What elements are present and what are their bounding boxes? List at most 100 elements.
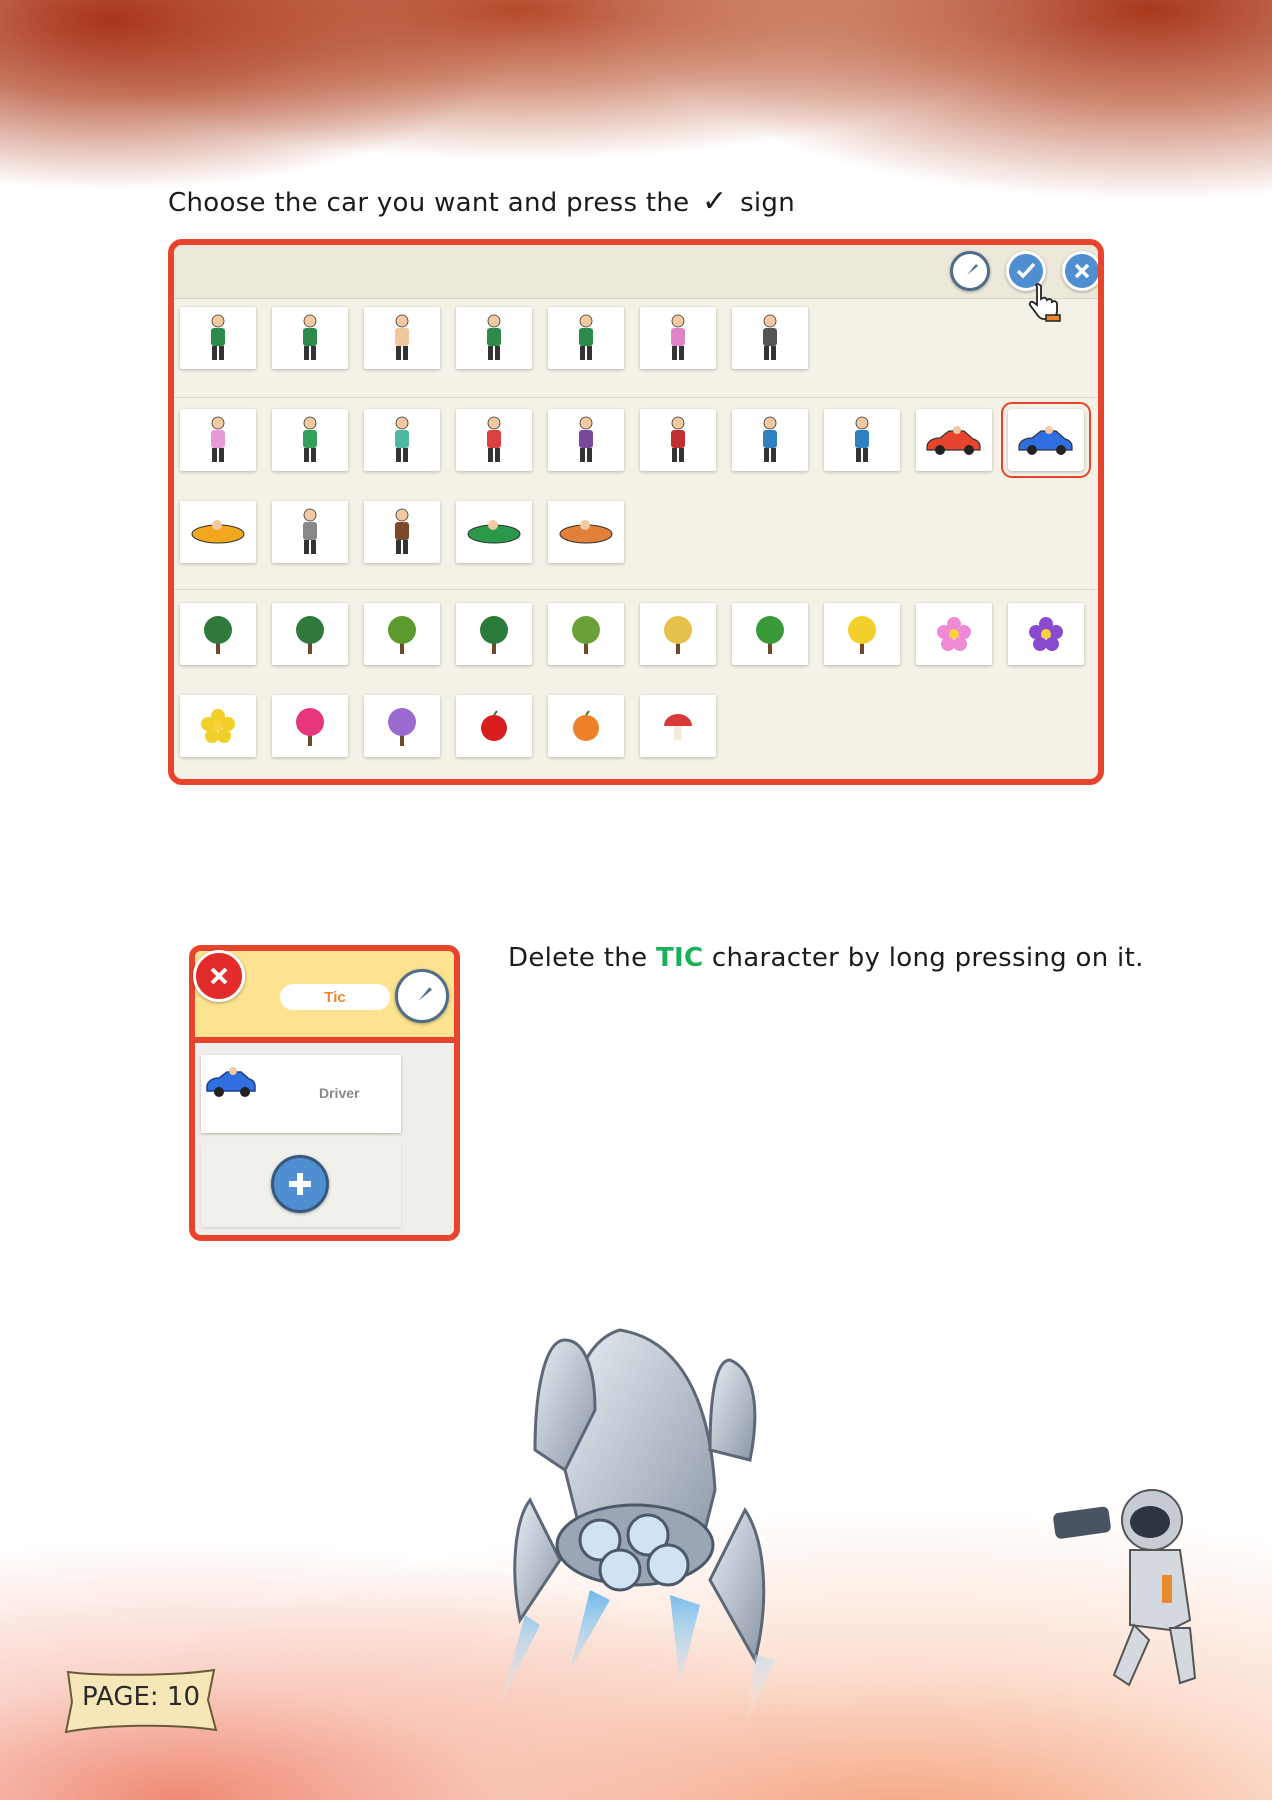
picker-item-orange[interactable] [548,695,624,757]
acacia-icon [388,616,416,654]
cyclist-icon [855,416,869,462]
picker-item-apple[interactable] [456,695,532,757]
picker-item-diver[interactable] [456,501,532,563]
add-character-button[interactable] [271,1155,329,1213]
flower-bush-icon [388,708,416,746]
boy-icon [303,416,317,462]
pink-flower-icon [937,617,971,651]
grandma-icon [671,314,685,360]
tic-highlight: TIC [655,943,704,973]
picker-item-person[interactable] [456,307,532,369]
pine-icon [480,616,508,654]
picker-item-grandma[interactable] [640,307,716,369]
paintbrush-icon[interactable] [950,251,990,291]
woman-icon [395,416,409,462]
driver-character-card[interactable]: Driver [201,1055,401,1133]
picker-item-boy[interactable] [272,409,348,471]
hay-icon [664,616,692,654]
yellow-flower-icon [201,709,235,743]
picker-item-blue-car[interactable] [1001,402,1091,478]
person-icon [303,314,317,360]
eskimo-icon [395,508,409,554]
add-character-card [201,1143,401,1227]
character-picker-panel [168,239,1104,785]
picker-item-tree[interactable] [180,603,256,665]
tree-icon [296,616,324,654]
cactus-icon [756,616,784,654]
grandpa-icon [763,314,777,360]
tulip-icon [296,708,324,746]
person-icon [579,314,593,360]
astronaut-illustration [1053,1489,1197,1687]
picker-item-red-car[interactable] [916,409,992,471]
picker-item-purple-flower[interactable] [1008,603,1084,665]
picker-item-tree[interactable] [272,603,348,665]
rocket-illustration [500,1328,775,1730]
picker-item-person[interactable] [548,307,624,369]
picker-item-grass[interactable] [548,603,624,665]
baby-icon [395,314,409,360]
picker-item-person[interactable] [272,307,348,369]
picker-item-plane[interactable] [180,501,256,563]
picker-item-cowboy[interactable] [640,409,716,471]
picker-item-mushroom[interactable] [640,695,716,757]
close-button[interactable] [1062,251,1098,291]
picker-item-pine[interactable] [456,603,532,665]
picker-item-eskimo[interactable] [364,501,440,563]
driver-name-label: Driver [319,1085,360,1101]
picker-item-tulip[interactable] [272,695,348,757]
picker-item-man[interactable] [456,409,532,471]
picker-item-cyclist[interactable] [732,409,808,471]
divider [174,589,1098,590]
person-icon [487,314,501,360]
picker-item-grandpa[interactable] [732,307,808,369]
picker-item-cactus[interactable] [732,603,808,665]
instruction-text: Delete the [508,943,648,973]
cowboy-icon [671,416,685,462]
instruction-text: character by long pressing on it. [711,943,1144,973]
man-icon [487,416,501,462]
picker-item-boat[interactable] [548,501,624,563]
divider [174,397,1098,398]
picker-item-baby[interactable] [364,307,440,369]
cyclist-icon [763,416,777,462]
tree-icon [204,616,232,654]
daffodil-icon [848,616,876,654]
red-car-icon [926,426,981,455]
instruction-text: sign [740,188,796,218]
paintbrush-icon[interactable] [395,969,449,1023]
picker-item-acacia[interactable] [364,603,440,665]
picker-item-cyclist[interactable] [824,409,900,471]
person-icon [211,314,225,360]
page-number-badge: PAGE: 10 [58,1664,224,1736]
picker-item-astronaut[interactable] [272,501,348,563]
instruction-text: Choose the car you want and press the [168,188,690,218]
purple-flower-icon [1029,617,1063,651]
picker-item-hay[interactable] [640,603,716,665]
delete-character-button[interactable] [193,950,245,1002]
page-number: PAGE: 10 [81,1682,201,1712]
picker-item-woman[interactable] [364,409,440,471]
orange-icon [573,710,599,741]
girl-icon [211,416,225,462]
instruction-delete-tic: Delete the TIC character by long pressin… [508,943,1144,973]
hand-pointer-icon [1026,281,1066,327]
apple-icon [481,710,507,741]
picker-item-daffodil[interactable] [824,603,900,665]
boat-icon [559,520,613,544]
blue-car-icon [206,1067,256,1097]
mushroom-icon [664,714,692,740]
picker-item-yellow-flower[interactable] [180,695,256,757]
blue-car-icon [1018,426,1073,455]
picker-item-cowgirl[interactable] [548,409,624,471]
picker-item-person[interactable] [180,307,256,369]
picker-item-girl[interactable] [180,409,256,471]
picker-item-flower-bush[interactable] [364,695,440,757]
picker-item-pink-flower[interactable] [916,603,992,665]
grass-icon [572,616,600,654]
plane-icon [191,520,245,544]
diver-icon [467,520,521,544]
astronaut-icon [303,508,317,554]
check-icon: ✓ [702,184,728,219]
instruction-choose-car: Choose the car you want and press the ✓ … [168,184,795,219]
